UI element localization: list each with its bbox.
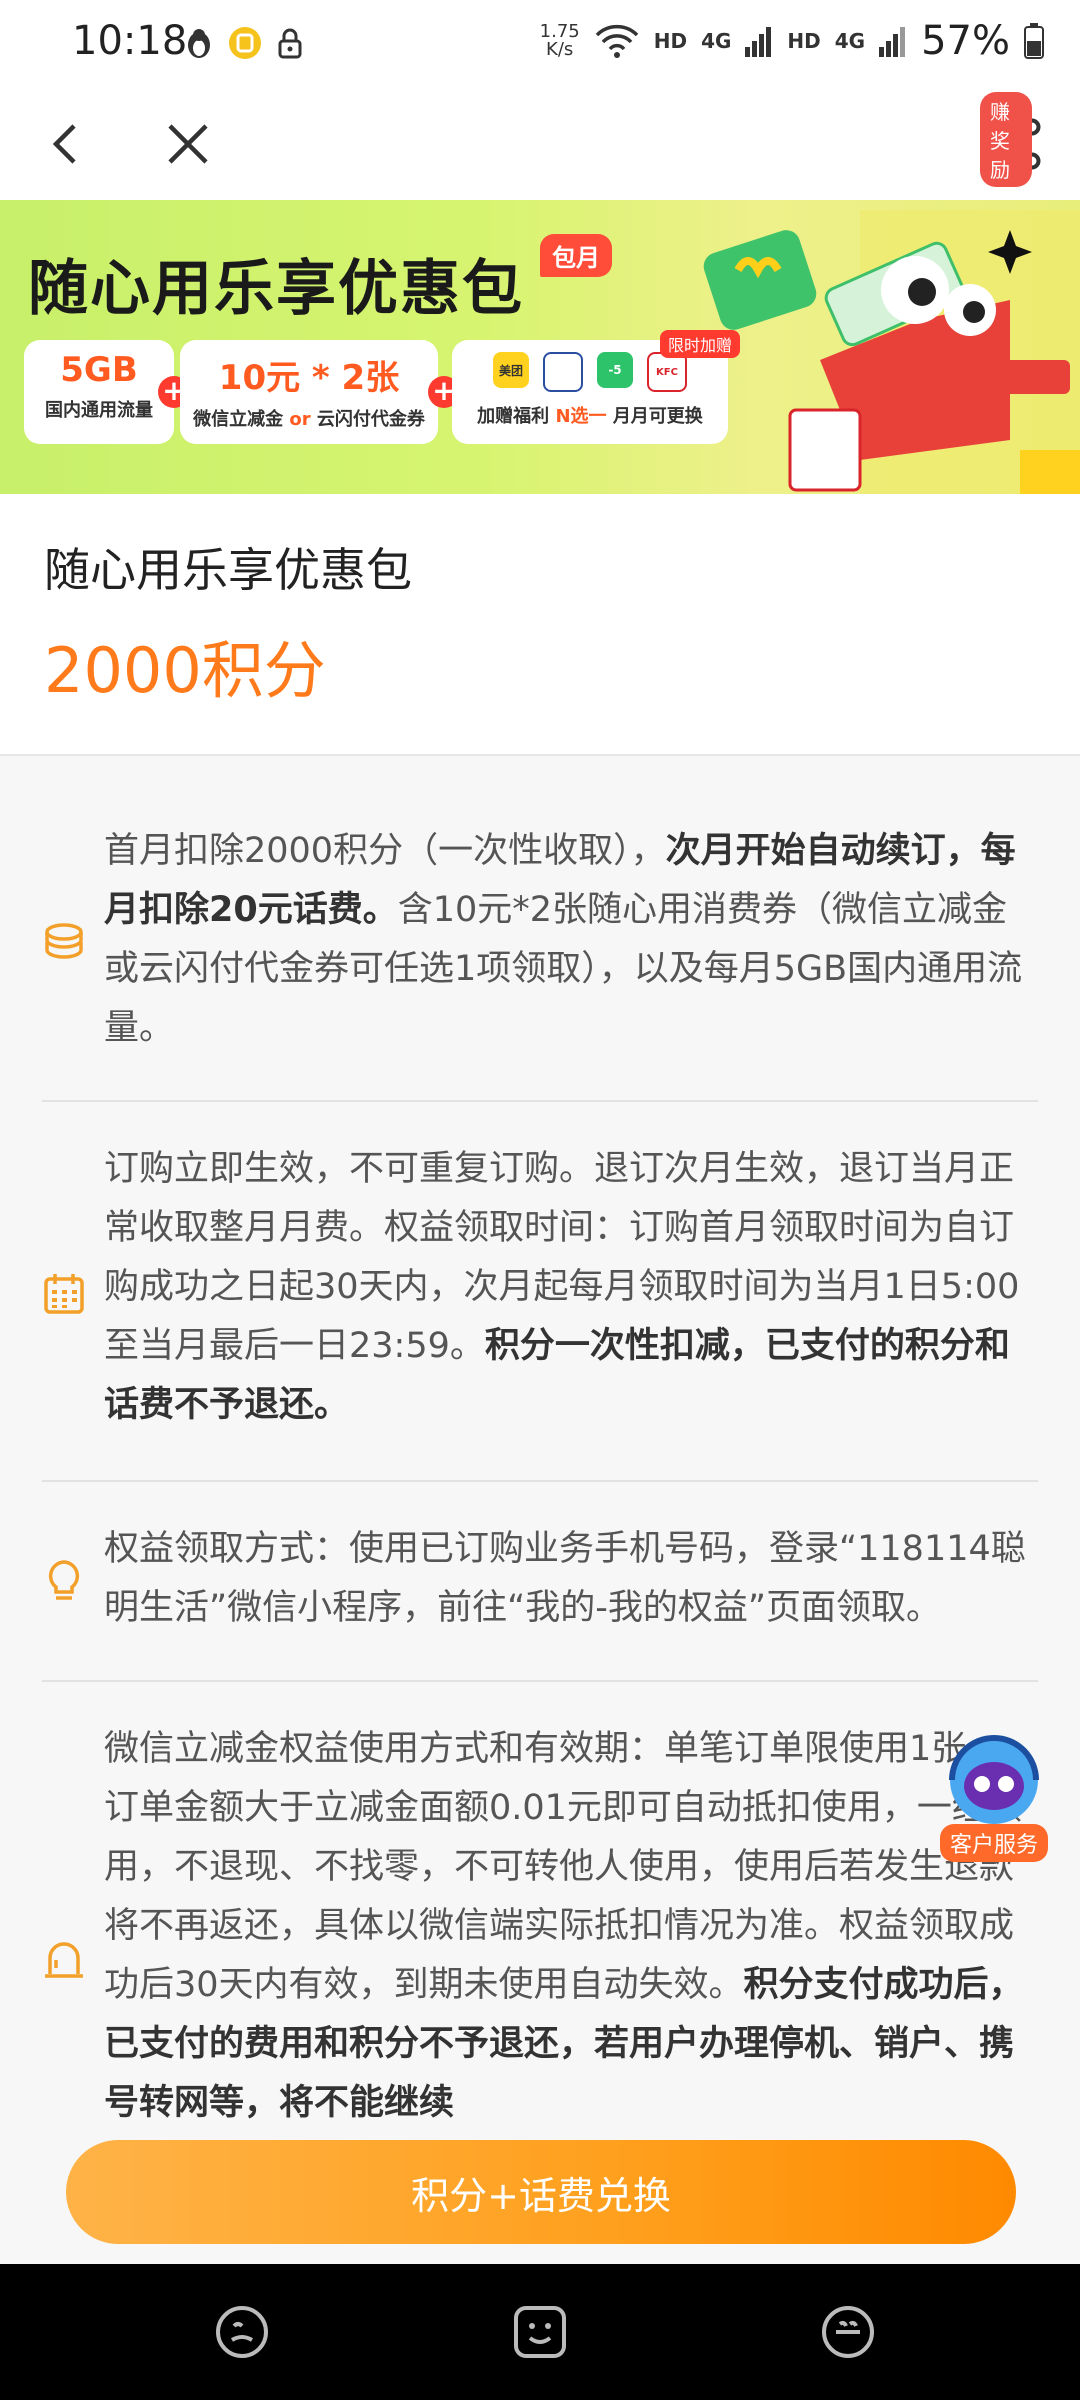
promo-banner[interactable]: 随心用乐享优惠包 包月 5GB 国内通用流量 + 10元 * 2张 微信立减金 … <box>0 200 1080 494</box>
net-speed: 1.75 K/s <box>540 23 580 59</box>
info-block-billing: 首月扣除2000积分（一次性收取），次月开始自动续订，每月扣除20元话费。含10… <box>42 782 1038 1102</box>
share-button[interactable]: 赚奖励 <box>980 92 1056 187</box>
status-bar: 10:18 1.75 K/s HD 4G HD 4G 57% <box>0 0 1080 88</box>
card-coupon-or: or <box>289 409 311 430</box>
lightbulb-icon <box>48 1560 80 1600</box>
card-coupon-small: 微信立减金 or 云闪付代金券 <box>180 405 438 431</box>
billing-text-1: 首月扣除2000积分（一次性收取）， <box>104 831 666 871</box>
banner-card-coupon: 10元 * 2张 微信立减金 or 云闪付代金券 <box>180 340 438 444</box>
redeem-text-1: 权益领取方式：使用已订购业务手机号码，登录“118114聪明生活”微信小程序，前… <box>104 1529 1026 1628</box>
chevron-left-icon <box>52 124 76 164</box>
airline-icon <box>543 352 583 392</box>
nav-recent-button[interactable] <box>210 2300 274 2364</box>
banner-title: 随心用乐享优惠包 <box>28 254 524 324</box>
coupon-text-1: 微信立减金权益使用方式和有效期：单笔订单限使用1张，订单金额大于立减金面额0.0… <box>104 1729 1022 2005</box>
service-mascot-icon <box>949 1735 1039 1824</box>
net-speed-unit: K/s <box>546 39 574 60</box>
banner-card-data: 5GB 国内通用流量 <box>24 340 174 444</box>
nav-bar: 赚奖励 <box>0 88 1080 200</box>
network-4g-label: 4G <box>701 29 732 53</box>
product-title: 随心用乐享优惠包 <box>44 543 412 597</box>
network-4g-label-2: 4G <box>834 29 866 53</box>
battery-icon <box>1024 23 1044 59</box>
info-block-redeem: 权益领取方式：使用已订购业务手机号码，登录“118114聪明生活”微信小程序，前… <box>42 1480 1038 1682</box>
hd-label-2: HD <box>787 29 821 53</box>
info-text-coupon-usage: 微信立减金权益使用方式和有效期：单笔订单限使用1张，订单金额大于立减金面额0.0… <box>104 1720 1034 2156</box>
exchange-button[interactable]: 积分+话费兑换 <box>66 2140 1016 2244</box>
hd-label: HD <box>653 29 688 53</box>
card-coupon-small-b: 云闪付代金券 <box>316 409 425 430</box>
brand-row: 美团 -5 KFC <box>452 352 728 392</box>
wifi-icon <box>595 24 638 58</box>
status-right: 1.75 K/s HD 4G HD 4G 57% <box>540 18 1044 64</box>
close-button[interactable] <box>150 106 226 182</box>
product-header: 随心用乐享优惠包 2000积分 <box>0 494 1080 756</box>
close-icon <box>168 124 208 164</box>
nav-back-button[interactable] <box>816 2300 880 2364</box>
battery-percent: 57% <box>921 18 1010 64</box>
card-bonus-small: 加赠福利 N选一 月月可更换 <box>452 402 728 428</box>
customer-service-label: 客户服务 <box>940 1824 1048 1862</box>
banner-tag: 包月 <box>540 234 612 277</box>
card-bonus-small-a: 加赠福利 <box>477 406 550 427</box>
status-time: 10:18 <box>72 18 188 64</box>
home-icon <box>514 2306 566 2358</box>
info-text-rules: 订购立即生效，不可重复订购。退订次月生效，退订当月正常收取整月月费。权益领取时间… <box>104 1140 1034 1435</box>
system-nav-bar <box>0 2264 1080 2400</box>
notes-app-icon <box>229 27 261 59</box>
customer-service-button[interactable]: 客户服务 <box>940 1730 1050 1862</box>
back-gesture-icon <box>822 2306 874 2358</box>
kfc-icon: KFC <box>647 352 687 392</box>
info-text-redeem: 权益领取方式：使用已订购业务手机号码，登录“118114聪明生活”微信小程序，前… <box>104 1520 1034 1638</box>
reward-badge[interactable]: 赚奖励 <box>980 92 1032 187</box>
mascot-illustration-icon <box>703 210 1080 494</box>
recent-apps-icon <box>216 2306 268 2358</box>
penguin-icon <box>188 29 210 58</box>
lock-icon <box>278 28 302 59</box>
product-price: 2000积分 <box>44 634 326 707</box>
card-bonus-n: N选一 <box>555 406 607 427</box>
card-data-big: 5GB <box>60 350 138 390</box>
info-text-billing: 首月扣除2000积分（一次性收取），次月开始自动续订，每月扣除20元话费。含10… <box>104 822 1034 1058</box>
card-coupon-small-a: 微信立减金 <box>193 409 284 430</box>
info-block-rules: 订购立即生效，不可重复订购。退订次月生效，退订当月正常收取整月月费。权益领取时间… <box>42 1100 1038 1482</box>
calendar-icon <box>44 1274 84 1314</box>
meituan-icon: 美团 <box>493 352 529 388</box>
card-coupon-big: 10元 * 2张 <box>218 358 400 398</box>
coins-icon <box>45 923 83 959</box>
signal-icon <box>745 27 772 57</box>
status-notification-icons <box>184 26 304 60</box>
wechat-coupon-icon: -5 <box>597 352 633 388</box>
bell-icon <box>45 1942 83 1978</box>
signal-icon-2 <box>879 27 906 57</box>
nav-home-button[interactable] <box>508 2300 572 2364</box>
back-button[interactable] <box>26 106 102 182</box>
card-data-small: 国内通用流量 <box>45 400 153 421</box>
